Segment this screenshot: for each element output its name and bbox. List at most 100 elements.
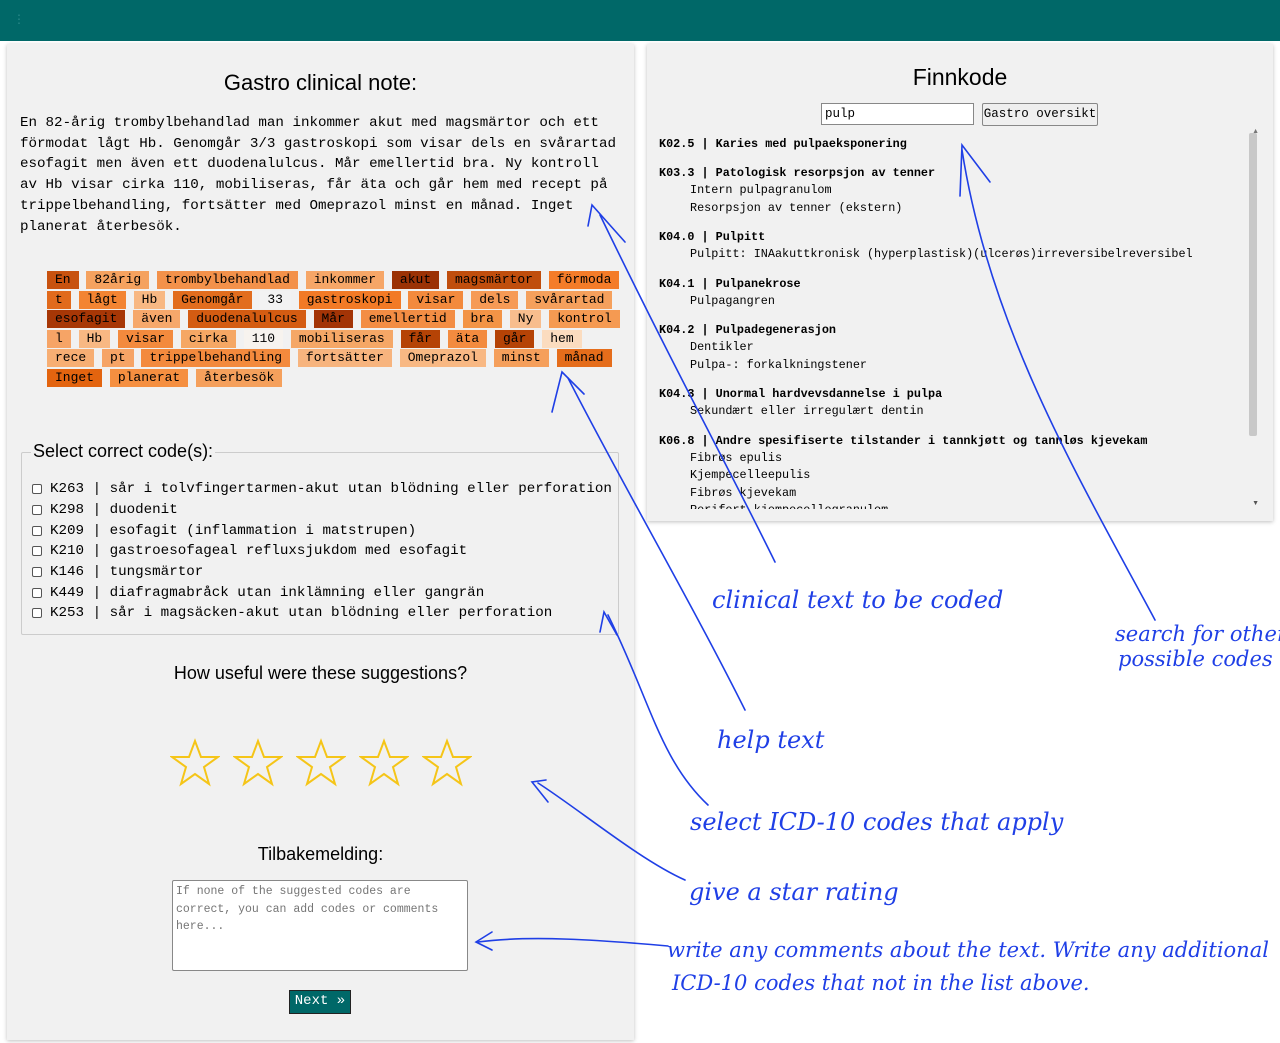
annotation-clinical-text: clinical text to be coded <box>712 586 1003 614</box>
result-item[interactable]: K04.0 | Pulpitt Pulpitt: INAakuttkronisk … <box>659 229 1259 264</box>
code-label: K146 | tungsmärtor <box>50 564 204 581</box>
code-option[interactable]: K298 | duodenit <box>32 500 612 521</box>
highlighted-token: fortsätter <box>297 349 392 367</box>
code-list: K263 | sår i tolvfingertarmen-akut utan … <box>32 479 612 624</box>
code-checkbox[interactable] <box>32 505 42 516</box>
highlighted-token: även <box>133 310 181 328</box>
result-item[interactable]: K04.3 | Unormal hardvevsdannelse i pulpa… <box>659 386 1259 421</box>
menu-icon[interactable]: ⋮ <box>13 12 25 26</box>
star-icon[interactable] <box>422 738 472 788</box>
code-label: K449 | diafragmabråck utan inklämning el… <box>50 584 485 601</box>
result-item[interactable]: K06.8 | Andre spesifiserte tilstander i … <box>659 433 1259 510</box>
result-item[interactable]: K04.2 | Pulpadegenerasjon Dentikler Pulpa-… <box>659 322 1259 374</box>
highlighted-token: pt <box>102 349 134 367</box>
result-code-heading: K04.0 | Pulpitt <box>659 230 766 244</box>
result-subterm: Kjempecelleepulis <box>690 468 811 482</box>
code-option[interactable]: K253 | sår i magsäcken-akut utan blödnin… <box>32 603 612 624</box>
star-icon[interactable] <box>296 738 346 788</box>
star-icon[interactable] <box>359 738 409 788</box>
result-code-heading: K04.1 | Pulpanekrose <box>659 276 801 291</box>
result-subterm: Pulpa-: forkalkningstener <box>690 357 867 372</box>
highlighted-token: Genomgår <box>173 290 252 309</box>
result-item[interactable]: K04.1 | Pulpanekrose Pulpagangren <box>659 276 1259 311</box>
highlighted-token: 82årig <box>86 271 150 289</box>
annotation-help-text: help text <box>717 726 825 754</box>
code-option[interactable]: K210 | gastroesofageal refluxsjukdom med… <box>32 541 612 562</box>
highlighted-token: trippelbehandling <box>141 349 291 367</box>
annotation-select-codes: select ICD-10 codes that apply <box>690 808 1064 836</box>
note-title: Gastro clinical note: <box>223 70 418 95</box>
result-subterm: Sekundært eller irregulært dentin <box>690 404 924 418</box>
highlighted-token: Hb <box>133 290 166 309</box>
highlighted-token: Hb <box>78 329 111 348</box>
scroll-down-arrow-icon[interactable]: ▼ <box>1252 500 1259 507</box>
highlighted-token: esofagit <box>47 310 126 328</box>
finnkode-panel: Finnkode Gastro oversikt K02.5 | Karies … <box>647 44 1273 521</box>
annotation-comments-1: write any comments about the text. Write… <box>667 938 1269 962</box>
highlighted-token: En <box>47 271 79 289</box>
search-results-list: K02.5 | Karies med pulpaeksponering K03.3… <box>659 136 1259 509</box>
highlighted-token: månad <box>556 349 612 367</box>
highlighted-token: återbesök <box>196 368 283 387</box>
code-label: K253 | sår i magsäcken-akut utan blödnin… <box>50 605 553 622</box>
result-code-heading: K02.5 | Karies med pulpaeksponering <box>659 137 907 151</box>
clinical-note-panel: Gastro clinical note: En 82-årig trombyl… <box>7 44 634 1040</box>
result-subterm: Fibrøs kjevekam <box>690 485 797 500</box>
annotation-search-2: possible codes <box>1118 647 1273 671</box>
highlighted-token: l <box>47 329 71 348</box>
highlighted-token: cirka <box>180 329 236 348</box>
result-item[interactable]: K03.3 | Patologisk resorpsjon av tenner I… <box>659 165 1259 217</box>
code-option[interactable]: K449 | diafragmabråck utan inklämning el… <box>32 582 612 603</box>
highlighted-token: rece <box>47 349 95 367</box>
code-checkbox[interactable] <box>32 525 42 536</box>
result-item[interactable]: K02.5 | Karies med pulpaeksponering <box>659 136 1259 153</box>
star-icon[interactable] <box>233 738 283 788</box>
code-checkbox[interactable] <box>32 546 42 557</box>
result-subterm: Pulpitt: INAakuttkronisk (hyperplastisk)… <box>690 247 1193 261</box>
highlighted-token: Ny <box>509 310 542 328</box>
highlighted-token: kontrol <box>549 310 620 328</box>
rating-title: How useful were these suggestions? <box>173 663 468 683</box>
code-checkbox[interactable] <box>32 567 42 578</box>
result-code-heading: K03.3 | Patologisk resorpsjon av tenner <box>659 166 936 180</box>
highlighted-token: lågt <box>78 290 126 309</box>
gastro-oversikt-button[interactable]: Gastro oversikt <box>982 103 1098 126</box>
highlighted-token: mobiliseras <box>290 329 393 348</box>
annotation-search-1: search for other <box>1115 622 1280 646</box>
feedback-title: Tilbakemelding: <box>257 844 384 864</box>
result-code-heading: K04.2 | Pulpadegenerasjon <box>659 323 836 337</box>
next-button[interactable]: Next » <box>289 990 351 1014</box>
results-scrollbar[interactable] <box>1249 133 1257 436</box>
highlighted-token: Mår <box>313 310 353 328</box>
code-label: K298 | duodenit <box>50 502 178 519</box>
highlighted-token: dels <box>471 290 519 309</box>
highlighted-token: gastroskopi <box>298 290 401 309</box>
code-search-input[interactable] <box>821 103 974 125</box>
highlighted-token: bra <box>462 310 502 328</box>
result-subterm: Intern pulpagranulom <box>690 183 832 197</box>
code-checkbox[interactable] <box>32 587 42 598</box>
highlighted-token: akut <box>391 271 440 289</box>
star-icon[interactable] <box>170 738 220 788</box>
code-option[interactable]: K263 | sår i tolvfingertarmen-akut utan … <box>32 479 612 500</box>
code-option[interactable]: K146 | tungsmärtor <box>32 562 612 583</box>
highlighted-token: t <box>47 290 71 309</box>
result-subterm: Fibrøs epulis <box>690 450 783 465</box>
code-option[interactable]: K209 | esofagit (inflammation i matstrup… <box>32 520 612 541</box>
highlighted-token: förmoda <box>548 271 620 289</box>
highlighted-token: trombylbehandlad <box>157 271 298 289</box>
highlighted-token: magsmärtor <box>446 271 541 289</box>
code-label: K210 | gastroesofageal refluxsjukdom med… <box>50 543 468 560</box>
highlighted-token: svårartad <box>526 290 613 309</box>
code-checkbox[interactable] <box>32 608 42 619</box>
clinical-note-text: En 82-årig trombylbehandlad man inkommer… <box>20 115 616 235</box>
code-label: K209 | esofagit (inflammation i matstrup… <box>50 522 417 539</box>
feedback-textarea[interactable] <box>172 880 468 971</box>
highlighted-token: Inget <box>47 368 103 387</box>
code-checkbox[interactable] <box>32 484 42 495</box>
result-subterm: Resorpsjon av tenner (ekstern) <box>690 200 903 215</box>
result-subterm: Dentikler <box>690 340 754 354</box>
highlighted-token: Omeprazol <box>399 349 486 367</box>
highlighted-token: visar <box>118 329 174 348</box>
star-rating <box>170 738 485 788</box>
